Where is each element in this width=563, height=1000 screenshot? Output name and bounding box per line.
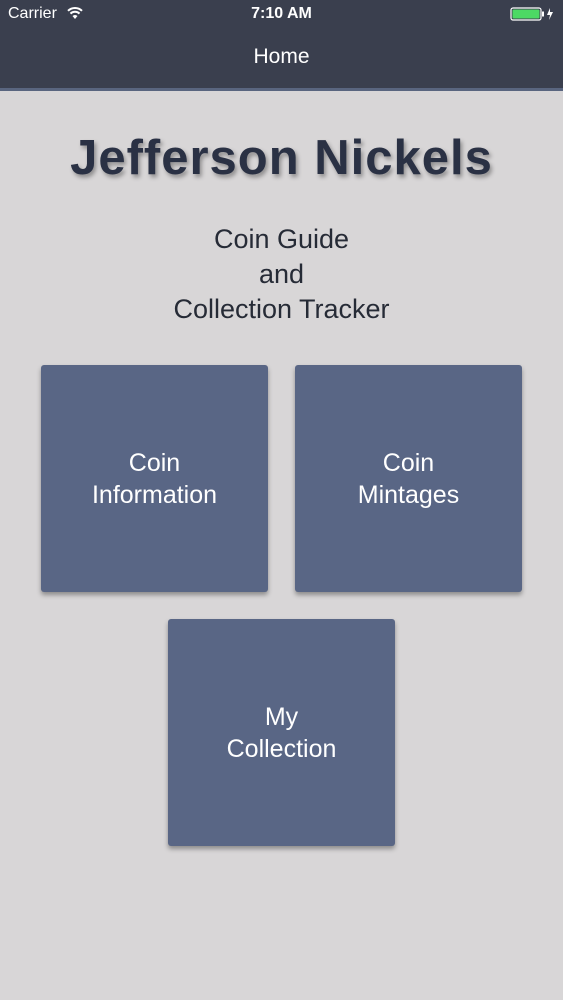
- nav-title: Home: [253, 45, 310, 68]
- tile-label-line: Collection: [226, 734, 337, 763]
- tile-label-line: My: [264, 702, 299, 731]
- status-time: 7:10 AM: [251, 5, 312, 22]
- page-title: Jefferson Nickels: [70, 131, 493, 185]
- my-collection-button[interactable]: My Collection: [168, 619, 395, 846]
- tile-label-line: Mintages: [357, 480, 460, 509]
- subtitle-line: Coin Guide: [213, 224, 350, 254]
- battery-charging-icon: [510, 7, 553, 21]
- subtitle-line: Collection Tracker: [173, 294, 390, 324]
- tile-label-line: Information: [91, 480, 218, 509]
- subtitle-line: and: [258, 259, 305, 289]
- status-bar: Carrier 7:10 AM: [0, 0, 563, 30]
- subtitle: Coin Guide and Collection Tracker: [0, 222, 563, 327]
- tile-label-line: Coin: [382, 448, 435, 477]
- coin-mintages-button[interactable]: Coin Mintages: [295, 365, 522, 592]
- tile-label-line: Coin: [128, 448, 181, 477]
- navigation-bar-divider: [0, 88, 563, 91]
- coin-information-button[interactable]: Coin Information: [41, 365, 268, 592]
